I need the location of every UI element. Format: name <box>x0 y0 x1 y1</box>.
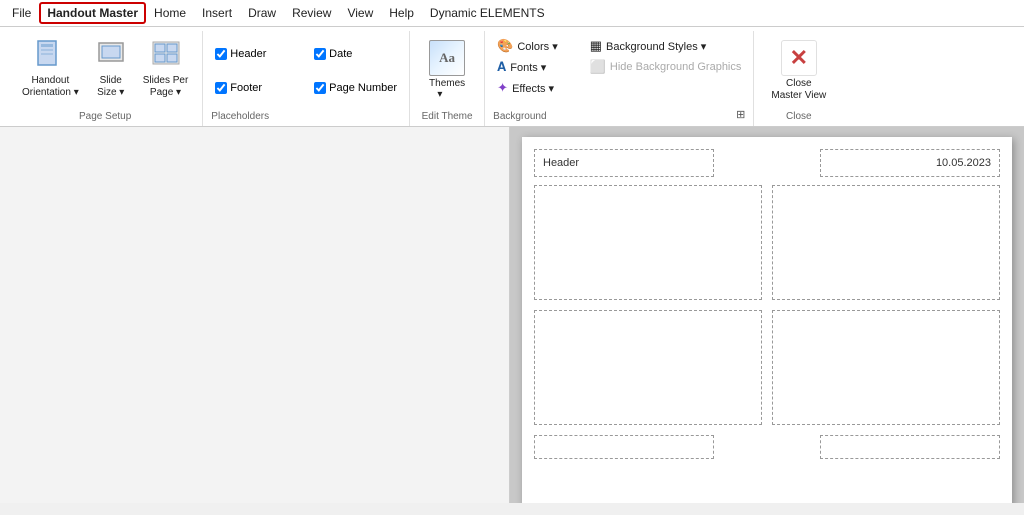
themes-label: Themes ▾ <box>429 78 465 100</box>
page-number-checkbox[interactable] <box>314 82 326 94</box>
handout-page: Header 10.05.2023 <box>522 137 1012 503</box>
menu-dynamic-elements[interactable]: Dynamic ELEMENTS <box>422 2 553 24</box>
page-number-placeholder[interactable] <box>820 435 1000 459</box>
fonts-icon: 𝐀 <box>497 59 506 75</box>
close-master-view-icon: ✕ <box>781 40 817 76</box>
edit-theme-buttons: Aa Themes ▾ <box>418 35 476 107</box>
background-right-col: ▦ Background Styles ▾ ⬜ Hide Background … <box>586 37 746 105</box>
menubar: File Handout Master Home Insert Draw Rev… <box>0 0 1024 27</box>
canvas-area: Header 10.05.2023 <box>510 127 1024 503</box>
colors-button[interactable]: 🎨 Colors ▾ <box>493 37 562 55</box>
header-checkbox-label: Header <box>230 48 266 60</box>
background-expand-button[interactable]: ⊞ <box>736 108 745 121</box>
left-panel <box>0 127 510 503</box>
effects-icon: ✦ <box>497 80 508 96</box>
page-header-row: Header 10.05.2023 <box>534 149 1000 177</box>
page-number-checkbox-label: Page Number <box>329 82 397 94</box>
placeholders-label: Placeholders <box>211 107 269 122</box>
background-label: Background <box>493 107 546 122</box>
effects-button[interactable]: ✦ Effects ▾ <box>493 79 562 97</box>
header-checkbox[interactable] <box>215 48 227 60</box>
themes-icon: Aa <box>429 40 465 76</box>
ribbon-group-close: ✕ CloseMaster View Close <box>754 31 843 126</box>
handout-orientation-button[interactable]: HandoutOrientation ▾ <box>16 35 85 103</box>
ribbon: HandoutOrientation ▾ SlideSize ▾ <box>0 27 1024 127</box>
background-left-col: 🎨 Colors ▾ 𝐀 Fonts ▾ ✦ Effects ▾ <box>493 37 562 105</box>
close-master-view-label: CloseMaster View <box>771 78 826 102</box>
themes-button[interactable]: Aa Themes ▾ <box>418 35 476 105</box>
ribbon-group-placeholders: Header Date Footer Page Number Placehold… <box>203 31 410 126</box>
menu-review[interactable]: Review <box>284 2 339 24</box>
page-footer-row <box>534 435 1000 459</box>
slide-size-button[interactable]: SlideSize ▾ <box>89 35 133 103</box>
edit-theme-label: Edit Theme <box>422 107 473 122</box>
footer-placeholder[interactable] <box>534 435 714 459</box>
date-checkbox[interactable] <box>314 48 326 60</box>
slide-size-label: SlideSize ▾ <box>97 75 124 99</box>
placeholders-checkboxes: Header Date Footer Page Number <box>211 35 401 107</box>
slide-placeholder-3[interactable] <box>534 310 762 425</box>
hide-background-icon: ⬜ <box>590 59 606 75</box>
header-checkbox-row[interactable]: Header <box>215 39 298 69</box>
slide-size-icon <box>95 39 127 73</box>
background-styles-button[interactable]: ▦ Background Styles ▾ <box>586 37 746 55</box>
header-text: Header <box>543 157 579 169</box>
date-text: 10.05.2023 <box>936 157 991 169</box>
close-label: Close <box>786 107 812 122</box>
ribbon-group-page-setup: HandoutOrientation ▾ SlideSize ▾ <box>8 31 203 126</box>
background-footer: Background ⊞ <box>493 107 745 122</box>
menu-draw[interactable]: Draw <box>240 2 284 24</box>
content-area: Header 10.05.2023 <box>0 127 1024 503</box>
close-buttons: ✕ CloseMaster View <box>762 35 835 107</box>
menu-home[interactable]: Home <box>146 2 194 24</box>
slide-placeholder-2[interactable] <box>772 185 1000 300</box>
handout-orientation-label: HandoutOrientation ▾ <box>22 75 79 99</box>
slides-per-page-label: Slides PerPage ▾ <box>143 75 189 99</box>
fonts-button[interactable]: 𝐀 Fonts ▾ <box>493 58 562 76</box>
ribbon-group-background: 🎨 Colors ▾ 𝐀 Fonts ▾ ✦ Effects ▾ ▦ Backg… <box>485 31 754 126</box>
page-setup-buttons: HandoutOrientation ▾ SlideSize ▾ <box>16 35 194 107</box>
menu-insert[interactable]: Insert <box>194 2 240 24</box>
hide-background-graphics-button[interactable]: ⬜ Hide Background Graphics <box>586 58 746 76</box>
date-placeholder[interactable]: 10.05.2023 <box>820 149 1000 177</box>
colors-icon: 🎨 <box>497 38 513 54</box>
slide-placeholder-4[interactable] <box>772 310 1000 425</box>
background-buttons: 🎨 Colors ▾ 𝐀 Fonts ▾ ✦ Effects ▾ ▦ Backg… <box>493 35 745 107</box>
slides-per-page-icon <box>150 39 182 73</box>
page-setup-label: Page Setup <box>79 107 131 122</box>
footer-checkbox-label: Footer <box>230 82 262 94</box>
effects-label: Effects ▾ <box>512 82 554 95</box>
slides-grid <box>534 185 1000 425</box>
date-checkbox-row[interactable]: Date <box>314 39 397 69</box>
fonts-label: Fonts ▾ <box>510 61 546 74</box>
close-master-view-button[interactable]: ✕ CloseMaster View <box>762 35 835 107</box>
header-placeholder[interactable]: Header <box>534 149 714 177</box>
page-number-checkbox-row[interactable]: Page Number <box>314 73 397 103</box>
hide-background-label: Hide Background Graphics <box>610 61 741 73</box>
background-styles-icon: ▦ <box>590 38 602 54</box>
footer-checkbox-row[interactable]: Footer <box>215 73 298 103</box>
slide-placeholder-1[interactable] <box>534 185 762 300</box>
menu-file[interactable]: File <box>4 2 39 24</box>
ribbon-group-edit-theme: Aa Themes ▾ Edit Theme <box>410 31 485 126</box>
footer-checkbox[interactable] <box>215 82 227 94</box>
menu-help[interactable]: Help <box>381 2 422 24</box>
slides-per-page-button[interactable]: Slides PerPage ▾ <box>137 35 195 103</box>
menu-view[interactable]: View <box>339 2 381 24</box>
background-styles-label: Background Styles ▾ <box>606 40 706 53</box>
menu-handout-master[interactable]: Handout Master <box>39 2 146 24</box>
colors-label: Colors ▾ <box>517 40 557 53</box>
handout-orientation-icon <box>34 39 66 73</box>
date-checkbox-label: Date <box>329 48 352 60</box>
